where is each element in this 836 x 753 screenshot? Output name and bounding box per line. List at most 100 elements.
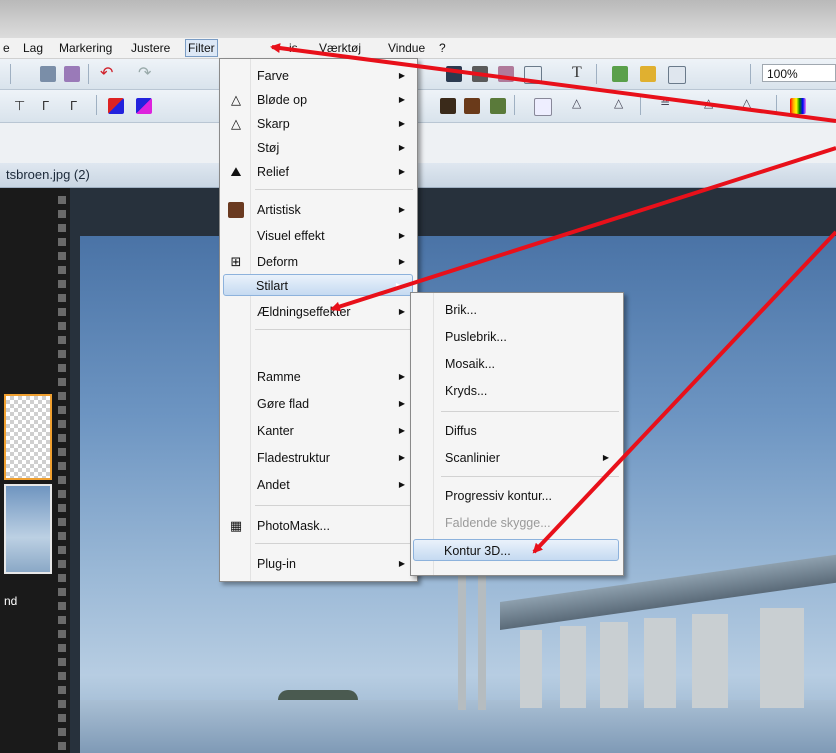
menu-item-ramme[interactable]: Ramme ▶ xyxy=(222,366,415,388)
submenu-item-kontur-3d[interactable]: Kontur 3D... xyxy=(413,539,619,561)
menu-item-andet[interactable]: Andet ▶ xyxy=(222,474,415,496)
menu-item-kanter[interactable]: Kanter ▶ xyxy=(222,420,415,442)
menu-separator xyxy=(255,329,413,330)
menu-item-label: Artistisk xyxy=(257,203,301,217)
print-icon[interactable] xyxy=(40,66,56,82)
filmstrip-sprocket xyxy=(58,322,66,330)
menu-item-fladestruktur[interactable]: Fladestruktur ▶ xyxy=(222,447,415,469)
menu-item-goere-flad[interactable]: Gøre flad ▶ xyxy=(222,393,415,415)
tool-icon[interactable] xyxy=(534,98,552,116)
color-tool-icon[interactable] xyxy=(790,98,806,114)
tool-icon[interactable] xyxy=(612,66,628,82)
undo-icon[interactable]: ↶ xyxy=(100,66,116,82)
filmstrip-sprocket xyxy=(58,490,66,498)
filmstrip-sprocket xyxy=(58,686,66,694)
submenu-item-brik[interactable]: Brik... xyxy=(413,299,619,321)
document-tab[interactable]: tsbroen.jpg (2) xyxy=(0,163,836,188)
tool-icon[interactable]: Γ xyxy=(70,98,86,114)
photo-bridge-pillar xyxy=(520,630,542,708)
menu-filter[interactable]: Filter xyxy=(185,39,218,57)
filmstrip-sprocket xyxy=(58,238,66,246)
menu-vaerktoej[interactable]: Værktøj xyxy=(316,40,364,56)
filmstrip-sprocket xyxy=(58,700,66,708)
filmstrip-sprocket xyxy=(58,406,66,414)
menu-effekter[interactable]: is xyxy=(286,40,301,56)
filmstrip-sprocket xyxy=(58,294,66,302)
tool-icon[interactable]: Γ xyxy=(42,98,58,114)
menu-item-artistisk[interactable]: Artistisk ▶ xyxy=(222,199,415,221)
filter-menu: Farve ▶ △ Bløde op ▶ △ Skarp ▶ Støj ▶ ⛰ … xyxy=(219,58,418,582)
menu-item-skarp[interactable]: △ Skarp ▶ xyxy=(222,113,415,135)
submenu-item-mosaik[interactable]: Mosaik... xyxy=(413,353,619,375)
tool-icon[interactable] xyxy=(464,98,480,114)
main-toolbar: ↶ ↷ T 100% xyxy=(0,59,836,90)
tool-icon[interactable]: ≙ xyxy=(660,96,676,112)
menu-item-label: Plug-in xyxy=(257,557,296,571)
thumbnail-bridge[interactable] xyxy=(4,484,52,574)
redo-icon[interactable]: ↷ xyxy=(138,66,154,82)
submenu-item-faldende-skygge: Faldende skygge... xyxy=(413,512,619,534)
zoom-field[interactable]: 100% xyxy=(762,64,836,82)
scan-icon[interactable] xyxy=(64,66,80,82)
menu-help[interactable]: ? xyxy=(436,40,449,56)
submenu-item-label: Brik... xyxy=(445,303,477,317)
submenu-item-label: Puslebrik... xyxy=(445,330,507,344)
triangle-icon: △ xyxy=(231,116,241,131)
menu-justere[interactable]: Justere xyxy=(128,40,173,56)
menu-separator xyxy=(255,505,413,506)
menu-item-plug-in[interactable]: Plug-in ▶ xyxy=(222,553,415,575)
filmstrip-sprocket xyxy=(58,602,66,610)
tool-icon[interactable]: △ xyxy=(572,96,588,112)
submenu-item-kryds[interactable]: Kryds... xyxy=(413,380,619,402)
menu-item-visuel-effekt[interactable]: Visuel effekt ▶ xyxy=(222,225,415,247)
crop-icon[interactable] xyxy=(524,66,542,84)
menu-item-stoej[interactable]: Støj ▶ xyxy=(222,137,415,159)
color-tool-icon[interactable] xyxy=(136,98,152,114)
tool-icon[interactable] xyxy=(440,98,456,114)
color-tool-icon[interactable] xyxy=(108,98,124,114)
submenu-item-progressiv-kontur[interactable]: Progressiv kontur... xyxy=(413,485,619,507)
tool-icon[interactable] xyxy=(490,98,506,114)
tool-icon[interactable]: △ xyxy=(704,96,720,112)
toolbar-separator xyxy=(96,95,97,115)
thumbnail-transparent[interactable] xyxy=(4,394,52,480)
window-icon[interactable] xyxy=(668,66,686,84)
menu-item-bloede-op[interactable]: △ Bløde op ▶ xyxy=(222,89,415,111)
filmstrip-sprocket xyxy=(58,350,66,358)
menu-edit[interactable]: e xyxy=(0,40,13,56)
menu-item-deform[interactable]: ⊞ Deform ▶ xyxy=(222,251,415,273)
submenu-item-puslebrik[interactable]: Puslebrik... xyxy=(413,326,619,348)
submenu-arrow-icon: ▶ xyxy=(398,453,405,462)
menu-separator xyxy=(441,411,619,412)
text-tool-icon[interactable]: T xyxy=(572,65,588,81)
stilart-submenu: Brik... Puslebrik... Mosaik... Kryds... … xyxy=(410,292,624,576)
menu-item-aeldningseffekter[interactable]: Ældningseffekter ▶ xyxy=(222,301,415,323)
submenu-arrow-icon: ▶ xyxy=(398,95,405,104)
menu-item-label: Skarp xyxy=(257,117,290,131)
tool-icon[interactable]: ⊤ xyxy=(14,98,30,114)
submenu-arrow-icon: ▶ xyxy=(398,167,405,176)
filmstrip-sprocket xyxy=(58,546,66,554)
submenu-item-diffus[interactable]: Diffus xyxy=(413,420,619,442)
tool-icon[interactable] xyxy=(498,66,514,82)
filmstrip-sprocket xyxy=(58,714,66,722)
menu-item-stilart[interactable]: Stilart ▶ xyxy=(223,274,413,296)
menu-item-farve[interactable]: Farve ▶ xyxy=(222,65,415,87)
submenu-item-scanlinier[interactable]: Scanlinier ▶ xyxy=(413,447,619,469)
tool-icon[interactable] xyxy=(640,66,656,82)
toolbar-separator xyxy=(640,95,641,115)
menu-item-relief[interactable]: ⛰ Relief ▶ xyxy=(222,161,415,183)
menu-lag[interactable]: Lag xyxy=(20,40,46,56)
tool-icon[interactable] xyxy=(472,66,488,82)
window-title-area xyxy=(0,0,836,38)
photo-island xyxy=(278,690,358,700)
menu-vindue[interactable]: Vindue xyxy=(385,40,428,56)
menu-item-photomask[interactable]: ▦ PhotoMask... xyxy=(222,515,415,537)
canvas-border xyxy=(70,236,80,753)
menu-markering[interactable]: Markering xyxy=(56,40,115,56)
tool-icon[interactable]: △ xyxy=(742,96,758,112)
tool-icon[interactable]: △ xyxy=(614,96,630,112)
tool-icon[interactable] xyxy=(446,66,462,82)
filmstrip-sprocket xyxy=(58,196,66,204)
filmstrip-sprocket xyxy=(58,308,66,316)
